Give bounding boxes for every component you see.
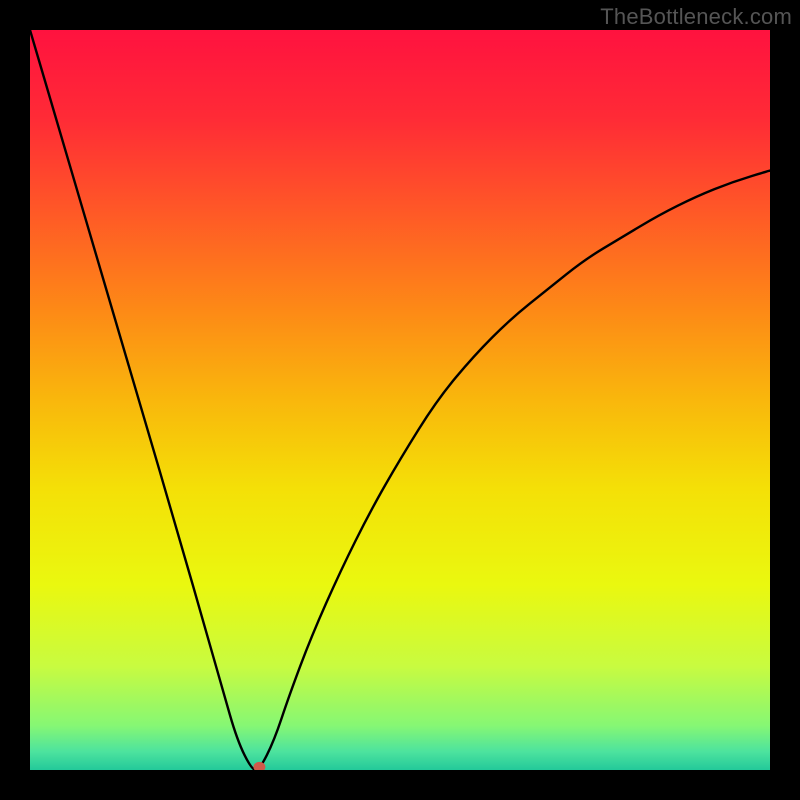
bottleneck-chart [30,30,770,770]
chart-frame [30,30,770,770]
gradient-background [30,30,770,770]
watermark-text: TheBottleneck.com [600,4,792,30]
